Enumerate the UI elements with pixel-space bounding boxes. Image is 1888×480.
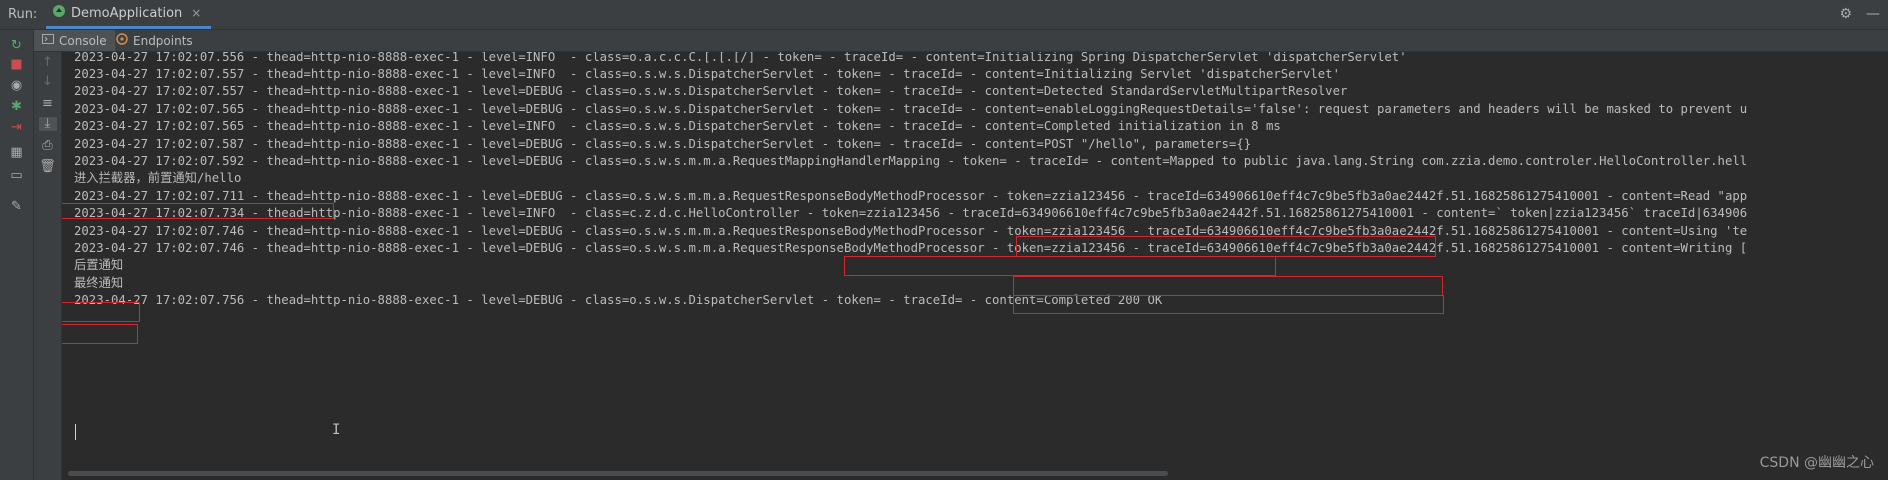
tab-endpoints-label: Endpoints bbox=[133, 33, 193, 48]
run-tool-window-header: Run: DemoApplication × ⚙ — bbox=[0, 0, 1888, 30]
log-line: 2023-04-27 17:02:07.557 - thead=http-nio… bbox=[74, 67, 1340, 81]
log-line: 2023-04-27 17:02:07.565 - thead=http-nio… bbox=[74, 102, 1748, 116]
camera-icon[interactable]: ◉ bbox=[8, 79, 26, 93]
horizontal-scrollbar[interactable] bbox=[62, 466, 1888, 480]
log-line: 进入拦截器，前置通知/hello bbox=[74, 171, 242, 185]
stop-icon[interactable]: ■ bbox=[8, 58, 26, 72]
debug-icon[interactable]: ✱ bbox=[8, 100, 26, 114]
window-actions: ⚙ — bbox=[1839, 6, 1880, 22]
console-icon bbox=[42, 33, 54, 48]
highlight-box-final-advice bbox=[62, 324, 138, 344]
spring-boot-app-icon bbox=[52, 4, 66, 22]
log-line: 2023-04-27 17:02:07.756 - thead=http-nio… bbox=[74, 293, 1163, 307]
watermark: CSDN @幽幽之心 bbox=[1759, 455, 1874, 471]
console-toolbar: ↑ ↓ ≡ ⤓ ⎙ 🗑 bbox=[34, 52, 62, 480]
log-line: 2023-04-27 17:02:07.746 - thead=http-nio… bbox=[74, 224, 1748, 238]
log-line: 2023-04-27 17:02:07.711 - thead=http-nio… bbox=[74, 189, 1748, 203]
rerun-icon[interactable]: ↻ bbox=[8, 39, 26, 53]
run-label: Run: bbox=[8, 7, 38, 22]
log-line: 2023-04-27 17:02:07.557 - thead=http-nio… bbox=[74, 84, 1348, 98]
log-line: 后置通知 bbox=[74, 258, 124, 272]
exit-icon[interactable]: ⇥ bbox=[8, 121, 26, 135]
highlight-box-after-advice bbox=[62, 302, 140, 322]
trash-icon[interactable]: 🗑 bbox=[39, 160, 57, 174]
console-output[interactable]: 2023-04-27 17:02:07.556 - thead=http-nio… bbox=[62, 52, 1888, 466]
log-line: 2023-04-27 17:02:07.556 - thead=http-nio… bbox=[74, 52, 1407, 64]
soft-wrap-icon[interactable]: ≡ bbox=[39, 97, 57, 111]
gear-icon[interactable]: ⚙ bbox=[1839, 6, 1852, 22]
mouse-ibeam-cursor: I bbox=[332, 422, 341, 438]
endpoints-icon bbox=[116, 33, 128, 48]
scroll-to-end-icon[interactable]: ⤓ bbox=[38, 117, 57, 131]
down-arrow-icon[interactable]: ↓ bbox=[39, 75, 57, 89]
tab-console[interactable]: Console bbox=[34, 30, 115, 51]
run-left-toolbar: ↻ ■ ◉ ✱ ⇥ ▦ ▭ ✎ bbox=[0, 30, 34, 480]
print-icon[interactable]: ⎙ bbox=[39, 139, 57, 153]
text-caret bbox=[75, 424, 76, 440]
log-line: 2023-04-27 17:02:07.587 - thead=http-nio… bbox=[74, 137, 1252, 151]
up-arrow-icon[interactable]: ↑ bbox=[39, 56, 57, 70]
layout-icon[interactable]: ▦ bbox=[8, 146, 26, 160]
highlight-box-interceptor bbox=[62, 203, 334, 219]
scrollbar-thumb[interactable] bbox=[68, 471, 1168, 476]
log-line: 2023-04-27 17:02:07.592 - thead=http-nio… bbox=[74, 154, 1748, 168]
highlight-box-traceid bbox=[844, 256, 1276, 276]
console-subtabs: Console Endpoints bbox=[34, 30, 1888, 52]
log-line: 最终通知 bbox=[74, 276, 124, 290]
run-tab-title: DemoApplication bbox=[71, 5, 183, 21]
log-line: 2023-04-27 17:02:07.746 - thead=http-nio… bbox=[74, 241, 1748, 255]
highlight-box-traceid bbox=[1016, 236, 1436, 257]
close-icon[interactable]: × bbox=[191, 6, 201, 20]
highlight-box-traceid bbox=[1013, 295, 1444, 314]
tab-endpoints[interactable]: Endpoints bbox=[108, 30, 201, 51]
minimize-icon[interactable]: — bbox=[1866, 6, 1880, 22]
restore-layout-icon[interactable]: ▭ bbox=[8, 169, 26, 183]
log-line: 2023-04-27 17:02:07.565 - thead=http-nio… bbox=[74, 119, 1281, 133]
highlight-box-traceid bbox=[1013, 276, 1443, 296]
run-tab-demoapplication[interactable]: DemoApplication × bbox=[46, 0, 212, 29]
pin-icon[interactable]: ✎ bbox=[8, 200, 26, 214]
tab-console-label: Console bbox=[59, 33, 107, 48]
